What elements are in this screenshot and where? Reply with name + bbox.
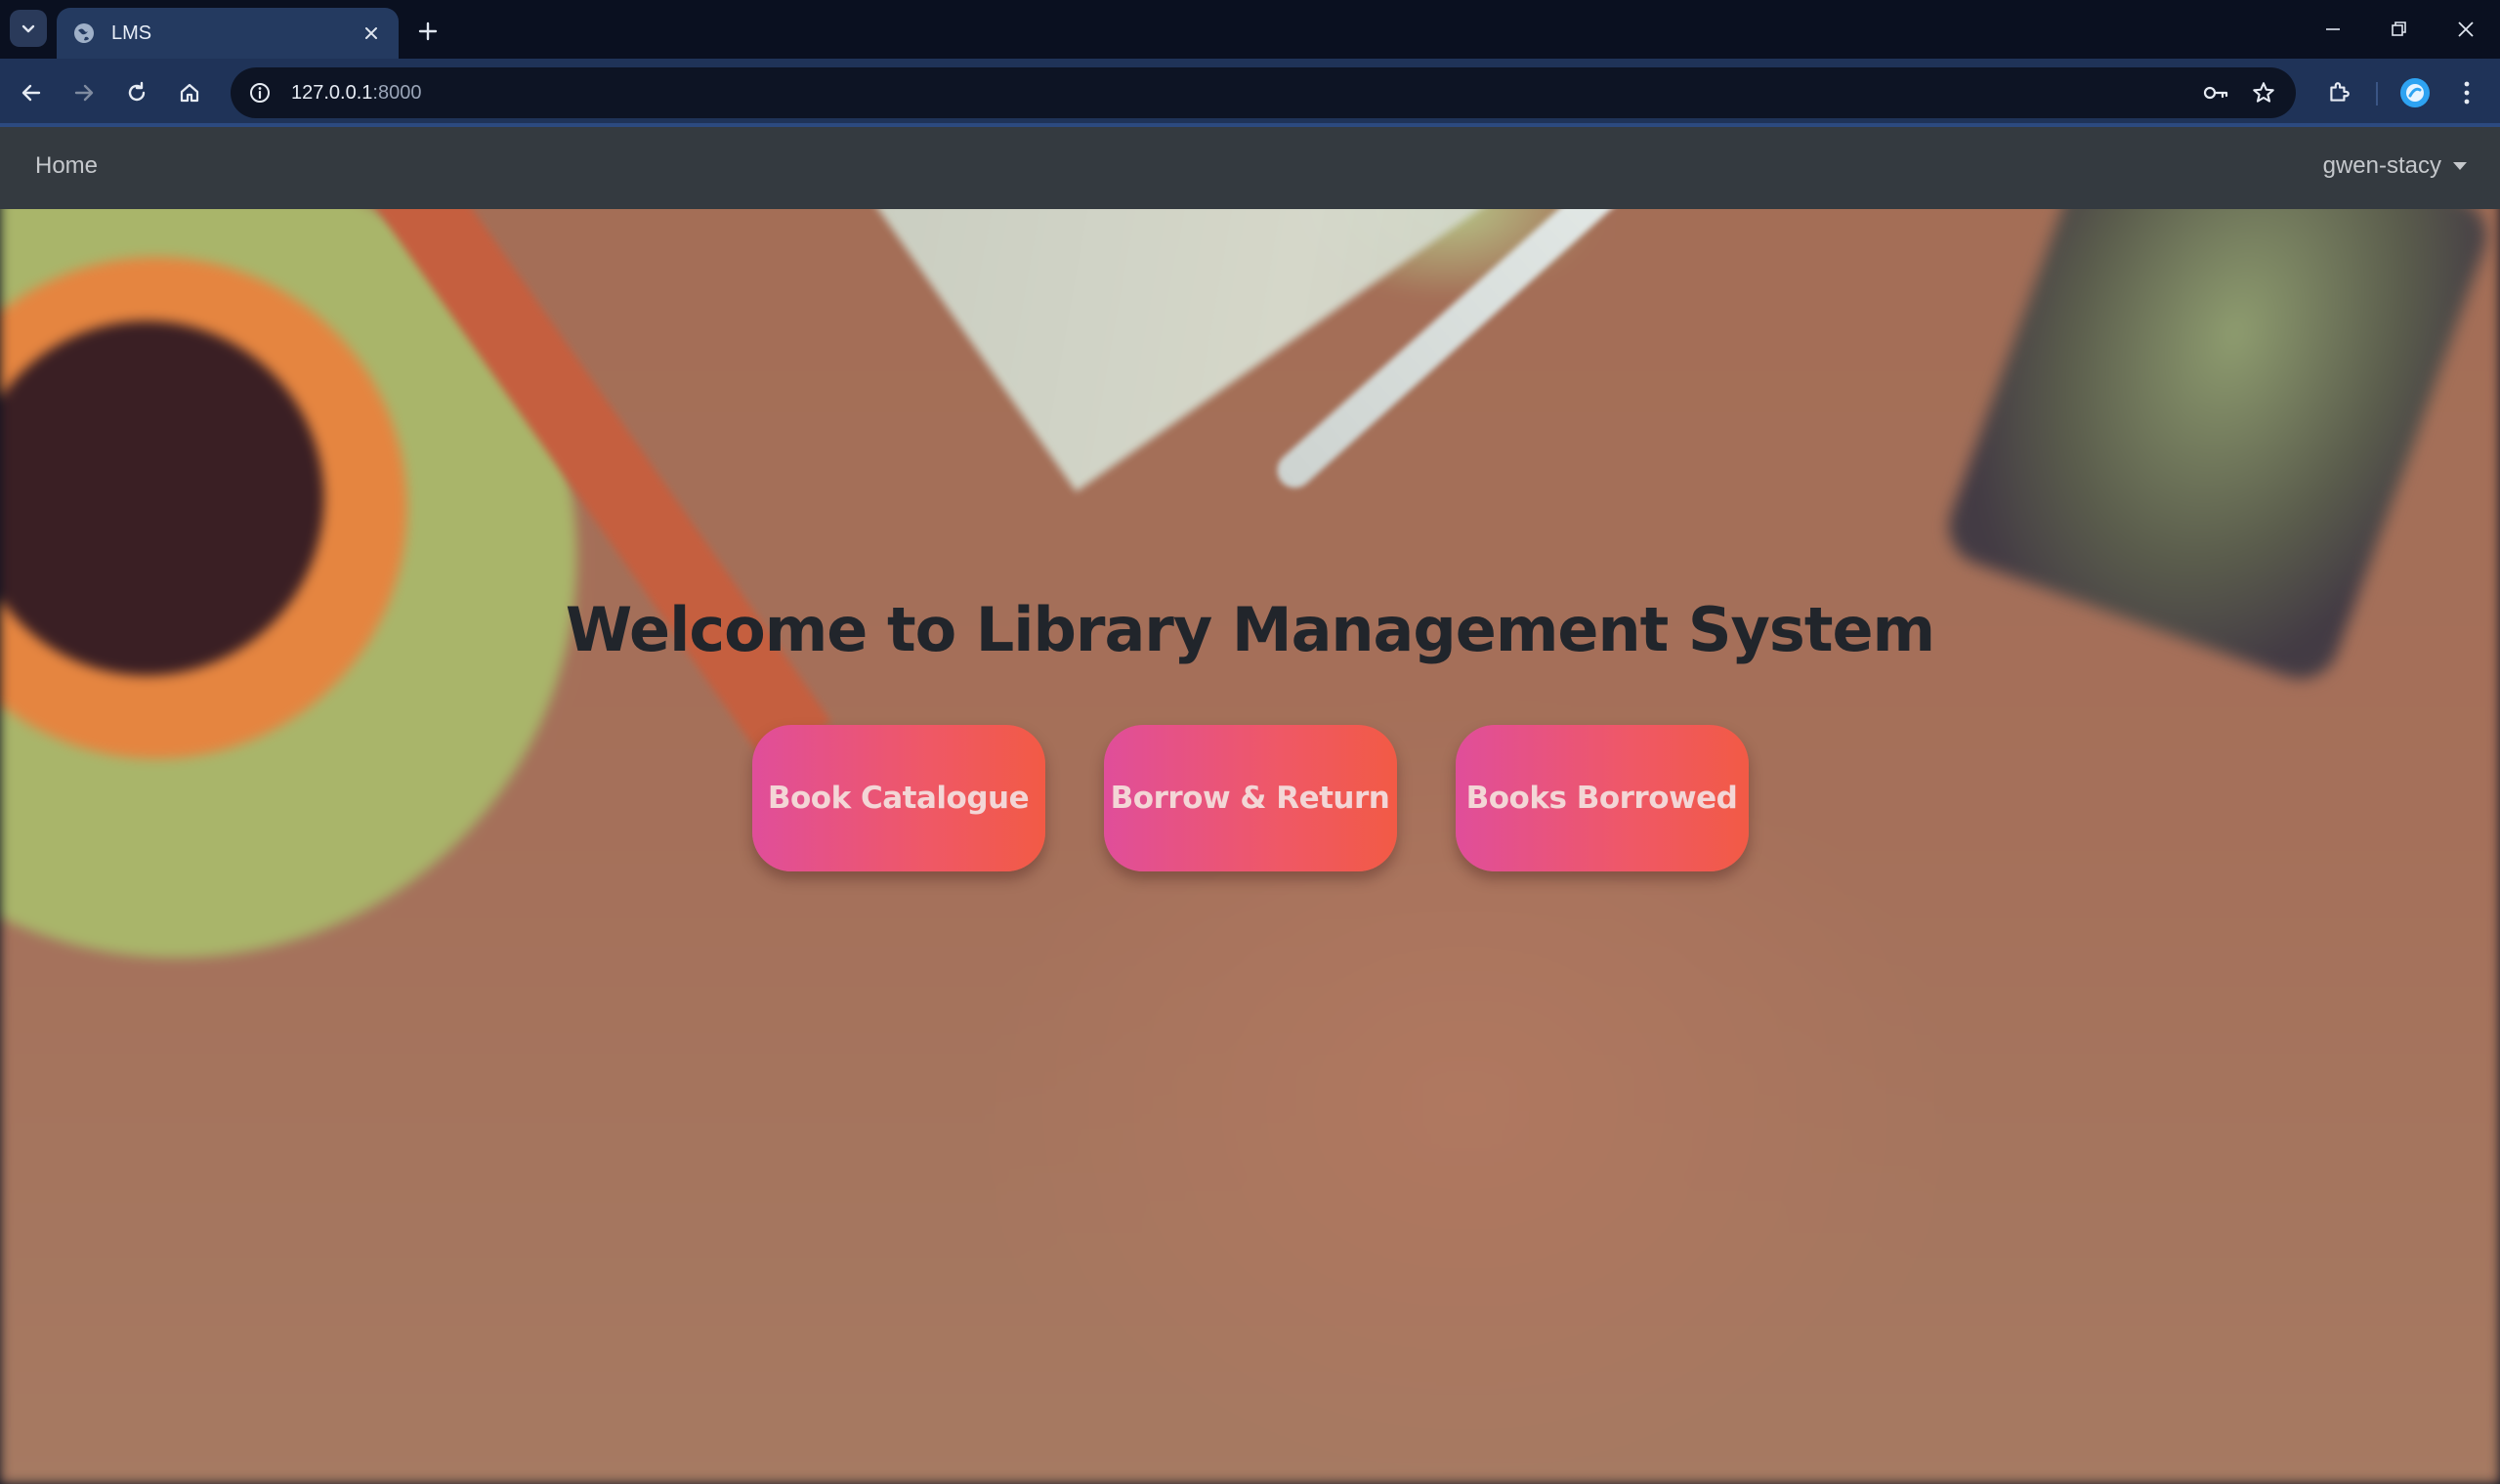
profile-button[interactable] [2395, 73, 2435, 112]
caret-down-icon [2453, 162, 2467, 170]
arrow-left-icon [21, 84, 41, 102]
hero-button-row: Book Catalogue Borrow & Return Books Bor… [0, 725, 2500, 871]
toolbar-divider [2376, 82, 2378, 106]
star-icon [2253, 82, 2274, 103]
globe-icon [74, 23, 94, 43]
browser-menu-button[interactable] [2447, 73, 2486, 112]
forward-button[interactable] [64, 73, 104, 112]
borrow-return-button[interactable]: Borrow & Return [1103, 725, 1397, 871]
browser-tab-active[interactable]: LMS [57, 8, 399, 59]
new-tab-button[interactable] [410, 14, 445, 49]
book-catalogue-label: Book Catalogue [767, 781, 1030, 816]
profile-icon [2400, 78, 2430, 107]
url-port: :8000 [372, 81, 422, 104]
books-borrowed-button[interactable]: Books Borrowed [1455, 725, 1749, 871]
restore-icon [2392, 21, 2406, 36]
user-name: gwen-stacy [2322, 152, 2441, 179]
hero-section: Welcome to Library Management System Boo… [0, 127, 2500, 1484]
reload-icon [128, 81, 146, 102]
books-borrowed-label: Books Borrowed [1465, 781, 1738, 816]
extensions-button[interactable] [2319, 73, 2358, 112]
browser-toolbar: 127.0.0.1:8000 [0, 59, 2500, 127]
chevron-down-icon [21, 24, 35, 33]
minimize-button[interactable] [2300, 0, 2366, 59]
plus-icon [418, 21, 438, 41]
tab-title: LMS [111, 21, 152, 44]
window-close-button[interactable] [2433, 0, 2499, 59]
close-icon [365, 27, 377, 39]
tab-search-button[interactable] [10, 10, 47, 47]
app-navbar: Home gwen-stacy [0, 127, 2500, 209]
browser-tab-strip: LMS [0, 0, 2500, 59]
book-catalogue-button[interactable]: Book Catalogue [751, 725, 1045, 871]
more-vert-icon [2464, 81, 2470, 105]
user-dropdown[interactable]: gwen-stacy [2323, 152, 2467, 180]
url-host: 127.0.0.1 [291, 81, 373, 104]
borrow-return-label: Borrow & Return [1110, 781, 1390, 816]
page-viewport: Welcome to Library Management System Boo… [0, 127, 2500, 1484]
close-icon [2458, 21, 2474, 37]
bookmark-button[interactable] [2244, 67, 2283, 118]
address-bar[interactable]: 127.0.0.1:8000 [231, 67, 2296, 118]
back-button[interactable] [12, 73, 51, 112]
puzzle-icon [2330, 82, 2350, 102]
password-manager-button[interactable] [2196, 67, 2235, 118]
nav-home-link[interactable]: Home [35, 152, 98, 180]
restore-button[interactable] [2366, 0, 2433, 59]
minimize-icon [2326, 28, 2340, 30]
key-icon [2203, 86, 2228, 100]
arrow-right-icon [74, 84, 94, 102]
tab-close-button[interactable] [360, 21, 383, 45]
page-title: Welcome to Library Management System [565, 594, 1935, 665]
home-icon [180, 83, 199, 103]
home-button[interactable] [170, 73, 209, 112]
reload-button[interactable] [117, 73, 156, 112]
info-icon[interactable] [248, 81, 272, 105]
